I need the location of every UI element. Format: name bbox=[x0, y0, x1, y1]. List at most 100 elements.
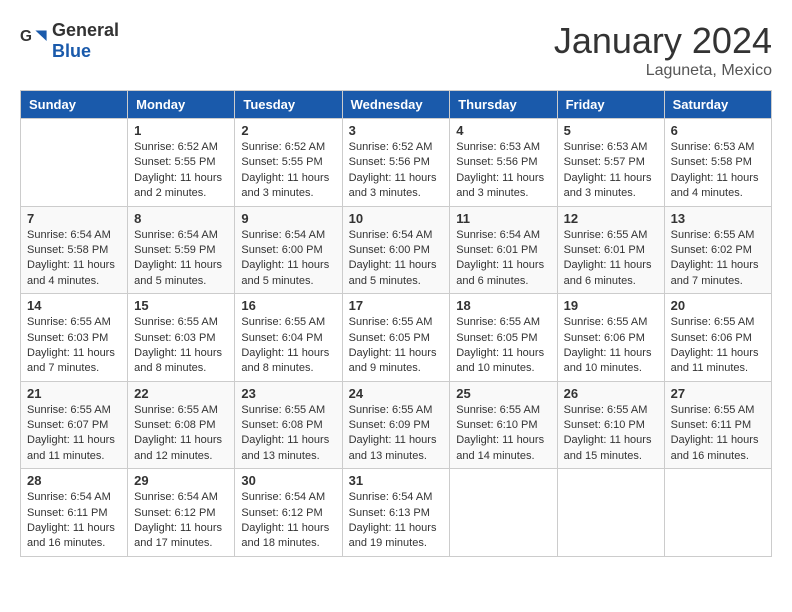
calendar-week-row: 1 Sunrise: 6:52 AMSunset: 5:55 PMDaylight… bbox=[21, 119, 772, 207]
day-info: Sunrise: 6:55 AMSunset: 6:11 PMDaylight:… bbox=[671, 403, 765, 465]
day-number: 13 bbox=[671, 211, 765, 226]
day-info: Sunrise: 6:52 AMSunset: 5:55 PMDaylight:… bbox=[241, 140, 335, 202]
day-number: 16 bbox=[241, 298, 335, 313]
location: Laguneta, Mexico bbox=[554, 62, 772, 80]
calendar-cell: 19Sunrise: 6:55 AMSunset: 6:06 PMDayligh… bbox=[557, 294, 664, 382]
day-number: 31 bbox=[349, 473, 444, 488]
calendar-cell: 26 Sunrise: 6:55 AMSunset: 6:10 PMDayligh… bbox=[557, 381, 664, 469]
logo-blue: Blue bbox=[52, 41, 91, 61]
logo-text: General Blue bbox=[52, 20, 119, 62]
calendar-cell: 5 Sunrise: 6:53 AMSunset: 5:57 PMDaylight… bbox=[557, 119, 664, 207]
day-info: Sunrise: 6:55 AMSunset: 6:10 PMDaylight:… bbox=[564, 403, 658, 465]
day-number: 8 bbox=[134, 211, 228, 226]
logo: G General Blue bbox=[20, 20, 119, 62]
day-number: 5 bbox=[564, 123, 658, 138]
calendar-cell: 3 Sunrise: 6:52 AMSunset: 5:56 PMDaylight… bbox=[342, 119, 450, 207]
weekday-header: Sunday bbox=[21, 91, 128, 119]
calendar-cell: 14 Sunrise: 6:55 AMSunset: 6:03 PMDayligh… bbox=[21, 294, 128, 382]
logo-general: General bbox=[52, 20, 119, 40]
day-info: Sunrise: 6:54 AMSunset: 6:12 PMDaylight:… bbox=[134, 490, 228, 552]
day-info: Sunrise: 6:53 AMSunset: 5:58 PMDaylight:… bbox=[671, 140, 765, 202]
weekday-header: Thursday bbox=[450, 91, 557, 119]
calendar-table: SundayMondayTuesdayWednesdayThursdayFrid… bbox=[20, 90, 772, 557]
calendar-cell: 15Sunrise: 6:55 AMSunset: 6:03 PMDayligh… bbox=[128, 294, 235, 382]
day-number: 26 bbox=[564, 386, 658, 401]
page-header: G General Blue January 2024 Laguneta, Me… bbox=[20, 20, 772, 80]
calendar-cell: 9 Sunrise: 6:54 AMSunset: 6:00 PMDaylight… bbox=[235, 206, 342, 294]
calendar-cell: 25Sunrise: 6:55 AMSunset: 6:10 PMDayligh… bbox=[450, 381, 557, 469]
title-block: January 2024 Laguneta, Mexico bbox=[554, 20, 772, 80]
calendar-header-row: SundayMondayTuesdayWednesdayThursdayFrid… bbox=[21, 91, 772, 119]
day-info: Sunrise: 6:54 AMSunset: 6:11 PMDaylight:… bbox=[27, 490, 121, 552]
day-number: 22 bbox=[134, 386, 228, 401]
day-info: Sunrise: 6:55 AMSunset: 6:08 PMDaylight:… bbox=[241, 403, 335, 465]
day-info: Sunrise: 6:55 AMSunset: 6:01 PMDaylight:… bbox=[564, 228, 658, 290]
calendar-cell: 1Sunrise: 6:52 AMSunset: 5:55 PMDaylight… bbox=[128, 119, 235, 207]
day-number: 7 bbox=[27, 211, 121, 226]
day-info: Sunrise: 6:54 AMSunset: 6:00 PMDaylight:… bbox=[349, 228, 444, 290]
day-info: Sunrise: 6:53 AMSunset: 5:56 PMDaylight:… bbox=[456, 140, 550, 202]
day-info: Sunrise: 6:55 AMSunset: 6:06 PMDaylight:… bbox=[671, 315, 765, 377]
day-info: Sunrise: 6:54 AMSunset: 5:58 PMDaylight:… bbox=[27, 228, 121, 290]
day-number: 18 bbox=[456, 298, 550, 313]
day-number: 17 bbox=[349, 298, 444, 313]
calendar-cell: 31 Sunrise: 6:54 AMSunset: 6:13 PMDayligh… bbox=[342, 469, 450, 557]
day-number: 21 bbox=[27, 386, 121, 401]
calendar-cell: 23Sunrise: 6:55 AMSunset: 6:08 PMDayligh… bbox=[235, 381, 342, 469]
day-number: 24 bbox=[349, 386, 444, 401]
day-info: Sunrise: 6:55 AMSunset: 6:05 PMDaylight:… bbox=[349, 315, 444, 377]
calendar-cell: 2 Sunrise: 6:52 AMSunset: 5:55 PMDaylight… bbox=[235, 119, 342, 207]
day-number: 15 bbox=[134, 298, 228, 313]
calendar-cell: 21 Sunrise: 6:55 AMSunset: 6:07 PMDayligh… bbox=[21, 381, 128, 469]
day-number: 10 bbox=[349, 211, 444, 226]
day-info: Sunrise: 6:52 AMSunset: 5:56 PMDaylight:… bbox=[349, 140, 444, 202]
day-number: 1 bbox=[134, 123, 228, 138]
calendar-cell: 16 Sunrise: 6:55 AMSunset: 6:04 PMDayligh… bbox=[235, 294, 342, 382]
calendar-cell: 7 Sunrise: 6:54 AMSunset: 5:58 PMDaylight… bbox=[21, 206, 128, 294]
day-info: Sunrise: 6:54 AMSunset: 6:13 PMDaylight:… bbox=[349, 490, 444, 552]
calendar-cell: 8 Sunrise: 6:54 AMSunset: 5:59 PMDaylight… bbox=[128, 206, 235, 294]
weekday-header: Monday bbox=[128, 91, 235, 119]
weekday-header: Wednesday bbox=[342, 91, 450, 119]
day-number: 2 bbox=[241, 123, 335, 138]
calendar-cell: 24 Sunrise: 6:55 AMSunset: 6:09 PMDayligh… bbox=[342, 381, 450, 469]
day-info: Sunrise: 6:54 AMSunset: 6:01 PMDaylight:… bbox=[456, 228, 550, 290]
calendar-cell: 4 Sunrise: 6:53 AMSunset: 5:56 PMDaylight… bbox=[450, 119, 557, 207]
day-number: 9 bbox=[241, 211, 335, 226]
calendar-week-row: 7 Sunrise: 6:54 AMSunset: 5:58 PMDaylight… bbox=[21, 206, 772, 294]
calendar-cell: 27Sunrise: 6:55 AMSunset: 6:11 PMDayligh… bbox=[664, 381, 771, 469]
calendar-cell bbox=[664, 469, 771, 557]
calendar-cell: 13Sunrise: 6:55 AMSunset: 6:02 PMDayligh… bbox=[664, 206, 771, 294]
calendar-cell: 28 Sunrise: 6:54 AMSunset: 6:11 PMDayligh… bbox=[21, 469, 128, 557]
svg-text:G: G bbox=[20, 28, 32, 45]
day-info: Sunrise: 6:54 AMSunset: 6:12 PMDaylight:… bbox=[241, 490, 335, 552]
day-info: Sunrise: 6:55 AMSunset: 6:04 PMDaylight:… bbox=[241, 315, 335, 377]
day-number: 29 bbox=[134, 473, 228, 488]
calendar-cell: 20Sunrise: 6:55 AMSunset: 6:06 PMDayligh… bbox=[664, 294, 771, 382]
day-number: 28 bbox=[27, 473, 121, 488]
day-info: Sunrise: 6:55 AMSunset: 6:09 PMDaylight:… bbox=[349, 403, 444, 465]
day-info: Sunrise: 6:55 AMSunset: 6:06 PMDaylight:… bbox=[564, 315, 658, 377]
day-info: Sunrise: 6:55 AMSunset: 6:03 PMDaylight:… bbox=[27, 315, 121, 377]
day-number: 14 bbox=[27, 298, 121, 313]
day-info: Sunrise: 6:54 AMSunset: 5:59 PMDaylight:… bbox=[134, 228, 228, 290]
day-number: 6 bbox=[671, 123, 765, 138]
logo-icon: G bbox=[20, 27, 48, 55]
day-number: 4 bbox=[456, 123, 550, 138]
month-year: January 2024 bbox=[554, 20, 772, 62]
day-number: 3 bbox=[349, 123, 444, 138]
calendar-cell bbox=[450, 469, 557, 557]
day-number: 11 bbox=[456, 211, 550, 226]
weekday-header: Tuesday bbox=[235, 91, 342, 119]
weekday-header: Saturday bbox=[664, 91, 771, 119]
calendar-cell: 29 Sunrise: 6:54 AMSunset: 6:12 PMDayligh… bbox=[128, 469, 235, 557]
day-info: Sunrise: 6:54 AMSunset: 6:00 PMDaylight:… bbox=[241, 228, 335, 290]
day-info: Sunrise: 6:55 AMSunset: 6:07 PMDaylight:… bbox=[27, 403, 121, 465]
calendar-cell: 10 Sunrise: 6:54 AMSunset: 6:00 PMDayligh… bbox=[342, 206, 450, 294]
calendar-week-row: 14 Sunrise: 6:55 AMSunset: 6:03 PMDayligh… bbox=[21, 294, 772, 382]
calendar-week-row: 28 Sunrise: 6:54 AMSunset: 6:11 PMDayligh… bbox=[21, 469, 772, 557]
calendar-cell: 11 Sunrise: 6:54 AMSunset: 6:01 PMDayligh… bbox=[450, 206, 557, 294]
day-info: Sunrise: 6:55 AMSunset: 6:08 PMDaylight:… bbox=[134, 403, 228, 465]
day-info: Sunrise: 6:53 AMSunset: 5:57 PMDaylight:… bbox=[564, 140, 658, 202]
calendar-cell: 6 Sunrise: 6:53 AMSunset: 5:58 PMDaylight… bbox=[664, 119, 771, 207]
